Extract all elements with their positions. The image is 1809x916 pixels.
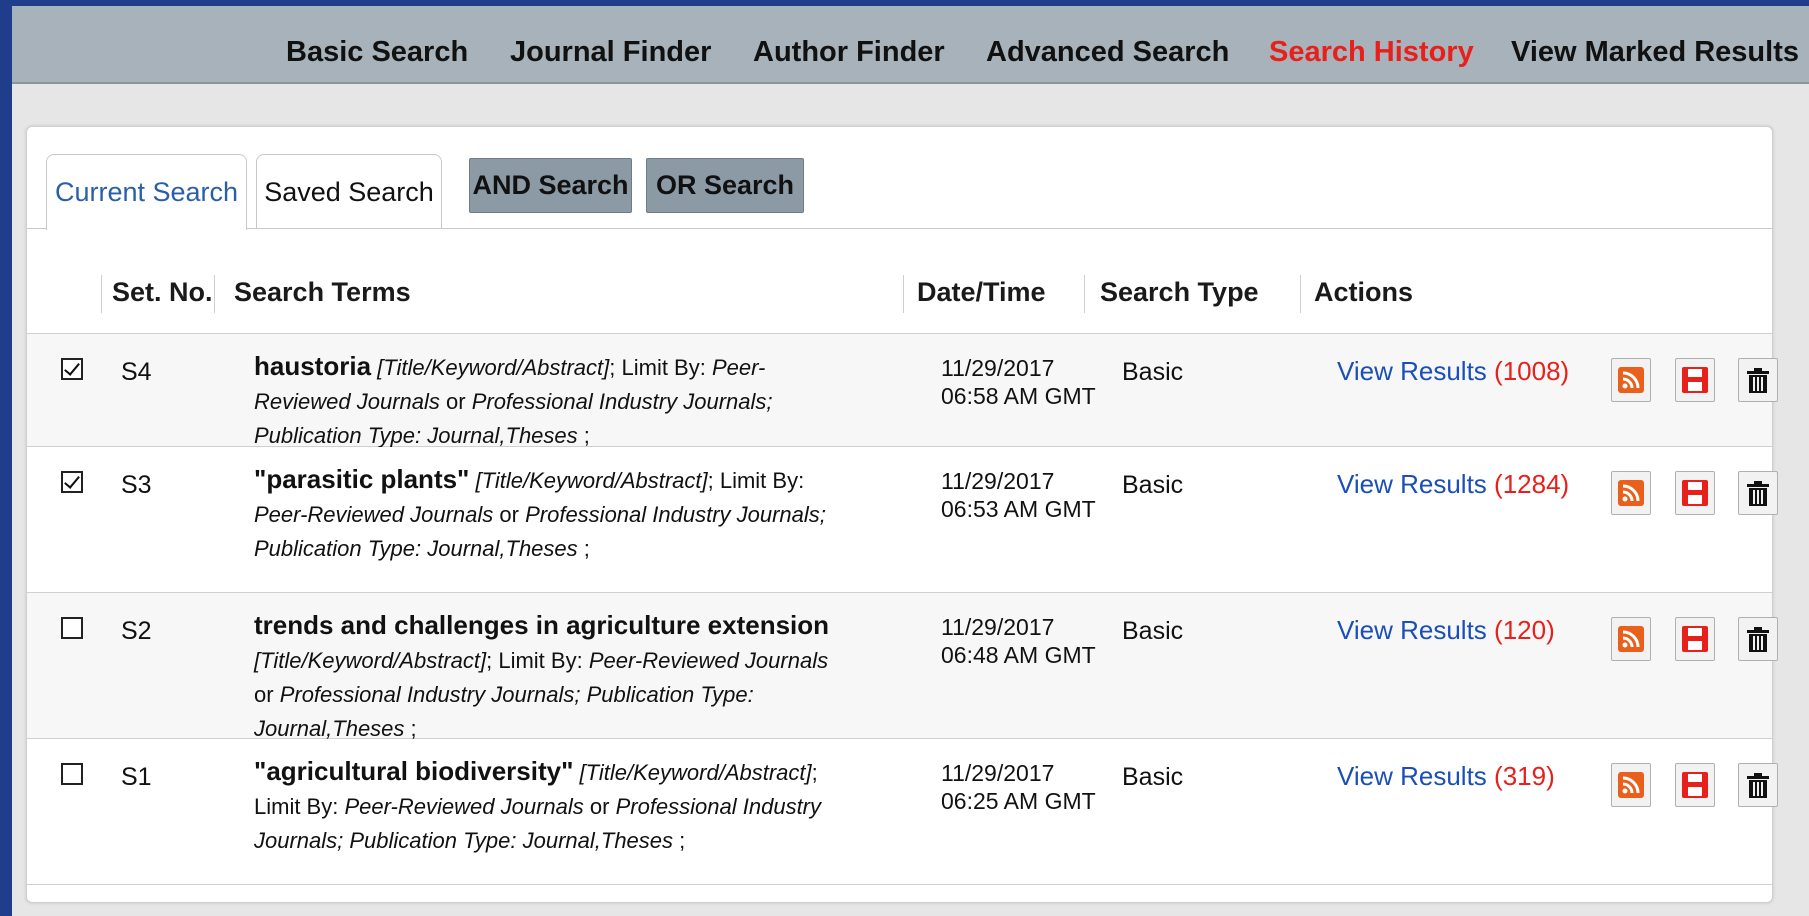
trash-icon [1747, 773, 1769, 798]
table-row: S2 trends and challenges in agriculture … [27, 593, 1778, 741]
rss-button[interactable] [1611, 617, 1651, 661]
header-search-terms: Search Terms [234, 277, 411, 307]
table-row: S1 "agricultural biodiversity" [Title/Ke… [27, 739, 1778, 885]
rss-icon [1618, 480, 1644, 506]
app-frame: Basic Search Journal Finder Author Finde… [12, 6, 1809, 916]
nav-advanced-search[interactable]: Advanced Search [986, 36, 1229, 69]
set-number: S1 [121, 763, 152, 791]
rss-icon [1618, 772, 1644, 798]
or-search-button[interactable]: OR Search [646, 158, 804, 213]
datetime: 11/29/2017 06:53 AM GMT [941, 468, 1096, 522]
rss-button[interactable] [1611, 471, 1651, 515]
nav-view-marked-results[interactable]: View Marked Results [1511, 36, 1799, 69]
set-number: S3 [121, 471, 152, 499]
rss-button[interactable] [1611, 763, 1651, 807]
view-results-link[interactable]: View Results (120) [1337, 615, 1555, 646]
row-checkbox[interactable] [61, 763, 83, 785]
trash-icon [1747, 368, 1769, 393]
header-separator [1084, 275, 1085, 313]
search-type: Basic [1122, 763, 1184, 791]
table-row: S4 haustoria [Title/Keyword/Abstract]; L… [27, 334, 1778, 448]
delete-button[interactable] [1738, 471, 1778, 515]
delete-button[interactable] [1738, 617, 1778, 661]
save-icon [1682, 772, 1708, 798]
search-type: Basic [1122, 471, 1184, 499]
save-button[interactable] [1675, 471, 1715, 515]
nav-search-history[interactable]: Search History [1269, 36, 1474, 69]
header-separator [1300, 275, 1301, 313]
save-button[interactable] [1675, 358, 1715, 402]
search-history-panel: Current Search Saved Search AND Search O… [26, 126, 1778, 903]
search-terms: "agricultural biodiversity" [Title/Keywo… [254, 756, 822, 853]
delete-button[interactable] [1738, 763, 1778, 807]
trash-icon [1747, 481, 1769, 506]
row-checkbox[interactable] [61, 617, 83, 639]
delete-button[interactable] [1738, 358, 1778, 402]
header-search-type: Search Type [1100, 277, 1259, 307]
trash-icon [1747, 627, 1769, 652]
nav-author-finder[interactable]: Author Finder [753, 36, 945, 69]
view-results-link[interactable]: View Results (1284) [1337, 469, 1569, 500]
rss-button[interactable] [1611, 358, 1651, 402]
search-terms: trends and challenges in agriculture ext… [254, 610, 830, 741]
header-separator [101, 275, 102, 313]
row-checkbox[interactable] [61, 471, 83, 493]
nav-journal-finder[interactable]: Journal Finder [510, 36, 711, 69]
view-results-link[interactable]: View Results (1008) [1337, 356, 1569, 387]
top-navigation: Basic Search Journal Finder Author Finde… [12, 6, 1809, 84]
datetime: 11/29/2017 06:58 AM GMT [941, 355, 1096, 409]
save-button[interactable] [1675, 763, 1715, 807]
tab-current-search[interactable]: Current Search [46, 154, 247, 230]
header-separator [214, 275, 215, 313]
save-icon [1682, 626, 1708, 652]
tab-saved-search[interactable]: Saved Search [256, 154, 442, 228]
rss-icon [1618, 367, 1644, 393]
set-number: S2 [121, 617, 152, 645]
search-type: Basic [1122, 358, 1184, 386]
header-actions: Actions [1314, 277, 1414, 307]
save-icon [1682, 480, 1708, 506]
datetime: 11/29/2017 06:48 AM GMT [941, 614, 1096, 668]
row-checkbox[interactable] [61, 358, 83, 380]
nav-basic-search[interactable]: Basic Search [286, 36, 468, 69]
table-row: S3 "parasitic plants" [Title/Keyword/Abs… [27, 447, 1778, 593]
datetime: 11/29/2017 06:25 AM GMT [941, 760, 1096, 814]
search-type: Basic [1122, 617, 1184, 645]
header-separator [903, 275, 904, 313]
header-set-no: Set. No. [112, 277, 213, 307]
save-icon [1682, 367, 1708, 393]
view-results-link[interactable]: View Results (319) [1337, 761, 1555, 792]
rss-icon [1618, 626, 1644, 652]
search-terms: haustoria [Title/Keyword/Abstract]; Limi… [254, 351, 773, 448]
save-button[interactable] [1675, 617, 1715, 661]
header-datetime: Date/Time [917, 277, 1046, 307]
set-number: S4 [121, 358, 152, 386]
and-search-button[interactable]: AND Search [469, 158, 632, 213]
search-terms: "parasitic plants" [Title/Keyword/Abstra… [254, 464, 826, 561]
